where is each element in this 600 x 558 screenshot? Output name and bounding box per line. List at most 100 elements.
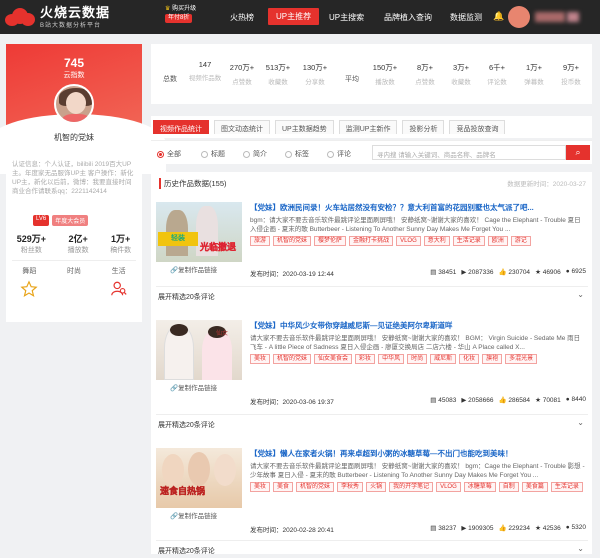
filter-intro[interactable]: 简介 [243,149,267,159]
search-button[interactable]: ⌕ [566,145,590,160]
tab-video-stats[interactable]: 视频作品统计 [153,120,209,134]
fav-count: ★ 46906 [535,268,561,276]
danmaku-value: 38237 [438,525,457,532]
video-tag[interactable]: 威尼斯 [430,354,457,364]
search-input[interactable]: 寻内搜 请输入关键词、商品名称、品牌名 [372,145,566,160]
video-tag[interactable]: 彩妆 [355,354,376,364]
video-tag[interactable]: VLOG [396,236,421,246]
video-tag[interactable]: 美妆 [250,354,271,364]
comment-icon: ● [565,524,570,531]
video-tag[interactable]: 化妆 [459,354,480,364]
video-tag[interactable]: 中华风 [378,354,405,364]
filter-title[interactable]: 标题 [201,149,225,159]
nav-up-recommend[interactable]: UP主推荐 [268,8,320,25]
video-tag[interactable]: 旅游 [250,236,271,246]
link-icon: 🔗 [170,513,179,520]
cloud-logo-icon [5,8,35,26]
tab-projection[interactable]: 投影分析 [402,120,445,134]
video-tag[interactable]: 自制 [498,482,519,492]
thumbnail-caption: 速食自热锅 [160,486,206,496]
like-value: 286584 [508,397,531,404]
video-tag[interactable]: 樱梦伦萨 [314,236,347,246]
tab-post-stats[interactable]: 图文动态统计 [214,120,270,134]
nav-monitor[interactable]: 数据监测 [450,12,482,23]
tag-dance[interactable]: 舞蹈 [20,266,38,300]
upgrade-button[interactable]: ♛ 购买升级 年付8折 [165,5,196,23]
history-panel: 历史作品数据(155) 数据更新时间：2020-03-27 轻装 光临撤退 🔗复… [151,172,592,555]
thumb-up-icon: 👍 [498,269,507,276]
video-tag[interactable]: 机智的党妹 [296,482,335,492]
video-tag[interactable]: 金融打卡挑战 [349,236,394,246]
video-tag[interactable]: 美妆 [250,482,271,492]
nav-up-search[interactable]: UP主搜索 [329,12,364,23]
logo[interactable]: 火烧云数据 B站大数据分析平台 [5,5,110,29]
video-tag[interactable]: VLOG [436,482,461,492]
comment-value: 5320 [571,524,586,531]
expand-comments-button[interactable]: 展开精选20条评论 ⌄ [156,414,588,432]
avg-label: 平均 [345,76,359,83]
danmaku-value: 38451 [438,269,457,276]
bell-icon[interactable]: 🔔 [493,11,504,22]
video-tag[interactable]: 机智的党妹 [273,236,312,246]
summary-stats: 总数 147 视频作品数 270万+ 点赞数 513万+ 收藏数 130万+ 分享数 平… [151,44,592,104]
upgrade-badge: 年付8折 [165,14,193,23]
copy-link-button[interactable]: 🔗复制作品链接 [170,264,217,274]
top-navbar: 火烧云数据 B站大数据分析平台 ♛ 购买升级 年付8折 火热榜 UP主推荐 UP… [0,0,600,34]
total-label: 总数 [163,76,177,83]
filter-tags[interactable]: 标签 [285,149,309,159]
stat-fans-label: 粉丝数 [20,247,42,254]
video-tag[interactable]: 李秋秀 [337,482,364,492]
video-tag[interactable]: 时尚 [407,354,428,364]
video-tag[interactable]: 多混光景 [505,354,538,364]
video-tag[interactable]: 我的开学笔记 [389,482,434,492]
video-tag[interactable]: 仙女美食会 [314,354,353,364]
video-item: 仙女 🔗复制作品链接 【党妹】中华风少女带你穿越威尼斯—见证绝美阿尔卑斯道咩 请… [156,320,588,430]
video-thumbnail[interactable]: 轻装 光临撤退 [156,202,242,262]
video-tag[interactable]: 冰糖草莓 [463,482,496,492]
tab-competitor[interactable]: 竞品投放查询 [449,120,506,134]
video-tag[interactable]: 游记 [510,236,531,246]
copy-link-button[interactable]: 🔗复制作品链接 [170,510,217,520]
video-title[interactable]: 【党妹】懒人在家者火锅！再来卓超到小粥的冰糖草莓—不出门也能吃到美味！ [250,448,586,459]
video-tag[interactable]: 欧洲 [487,236,508,246]
copy-link-button[interactable]: 🔗复制作品链接 [170,382,217,392]
comment-icon: ● [565,268,570,275]
fav-count: ★ 42536 [535,524,561,532]
nav-brand-query[interactable]: 品牌植入查询 [384,12,432,23]
play-icon: ▶ [461,269,467,276]
video-tag[interactable]: 美食 [273,482,294,492]
video-tag[interactable]: 火锅 [366,482,387,492]
filter-comments[interactable]: 评论 [327,149,351,159]
tab-trend[interactable]: UP主数据趋势 [275,120,334,134]
danmaku-count: ▤ 38237 [430,524,456,532]
video-tag[interactable]: 生活记录 [452,236,485,246]
video-tag[interactable]: 美食篇 [521,482,548,492]
stat-plays-label: 播放数 [67,247,89,254]
user-avatar[interactable] [508,6,530,28]
copy-link-label: 复制作品链接 [178,385,218,392]
filter-all[interactable]: 全部 [157,149,181,159]
tag-fashion[interactable]: 时尚 [67,266,81,300]
play-count: ▶ 1909305 [461,524,493,532]
danmaku-icon: ▤ [430,397,437,404]
expand-comments-button[interactable]: 展开精选20条评论 ⌄ [156,286,588,304]
video-tag[interactable]: 生活记录 [550,482,583,492]
total-videos-label: 视频作品数 [188,75,222,82]
video-tag[interactable]: 意大利 [423,236,450,246]
main-content: 总数 147 视频作品数 270万+ 点赞数 513万+ 收藏数 130万+ 分享数 平… [151,44,592,555]
nav-hot[interactable]: 火热榜 [230,12,254,23]
video-item: 轻装 光临撤退 🔗复制作品链接 【党妹】欧洲民间录！火车站居然没有安检？？意大利… [156,202,588,312]
video-tag[interactable]: 机智的党妹 [273,354,312,364]
video-tag[interactable]: 旗袍 [482,354,503,364]
vip-badge: 年度大会员 [52,215,89,226]
tag-life[interactable]: 生活 [110,266,128,300]
brand-subtitle: B站大数据分析平台 [40,22,102,29]
danmaku-count: ▤ 45083 [430,396,456,404]
tab-monitor[interactable]: 监测UP主新作 [338,120,398,134]
user-name-redacted [535,12,565,22]
expand-comments-button[interactable]: 展开精选20条评论 ⌄ [156,540,588,558]
video-title[interactable]: 【党妹】中华风少女带你穿越威尼斯—见证绝美阿尔卑斯道咩 [250,320,586,331]
video-thumbnail[interactable]: 速食自热锅 [156,448,242,508]
video-thumbnail[interactable]: 仙女 [156,320,242,380]
video-title[interactable]: 【党妹】欧洲民间录！火车站居然没有安检？？意大利首富的花园别墅也太气派了吧... [250,202,586,213]
